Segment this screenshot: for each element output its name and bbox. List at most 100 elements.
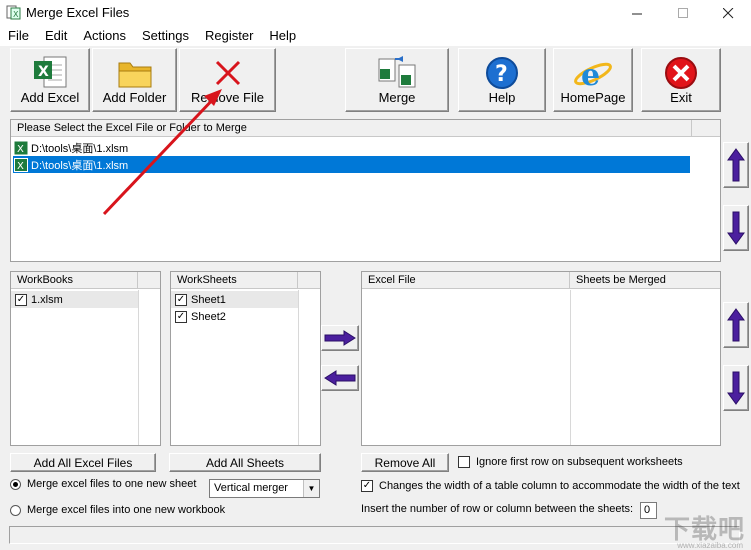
excel-file-icon: X: [14, 141, 28, 155]
minimize-icon: [631, 13, 642, 14]
move-up-button[interactable]: [723, 142, 749, 188]
arrow-right-icon: [324, 330, 356, 346]
insert-rows-input[interactable]: 0: [640, 502, 657, 519]
merge-one-sheet-radio[interactable]: [10, 478, 21, 490]
svg-text:X: X: [38, 64, 49, 80]
worksheets-header-blank: [298, 272, 320, 289]
workbook-name: 1.xlsm: [31, 293, 63, 306]
change-width-option[interactable]: ✓ Changes the width of a table column to…: [361, 480, 740, 492]
change-width-checkbox[interactable]: ✓: [361, 480, 373, 492]
merge-label: Merge: [378, 90, 416, 105]
arrow-left-icon: [324, 370, 356, 386]
help-button[interactable]: ? Help: [458, 48, 546, 112]
ignore-first-row-option[interactable]: Ignore first row on subsequent worksheet…: [458, 456, 683, 468]
file-path: D:\tools\桌面\1.xlsm: [31, 142, 129, 155]
merge-list-header-sheets: Sheets be Merged: [570, 272, 720, 289]
svg-text:X: X: [17, 161, 24, 172]
menu-file[interactable]: File: [0, 26, 37, 46]
merge-button[interactable]: Merge: [345, 48, 449, 112]
arrow-down-icon: [727, 211, 745, 245]
svg-text:X: X: [17, 144, 24, 155]
workbooks-header-blank: [138, 272, 160, 289]
remove-file-button[interactable]: Remove File: [179, 48, 276, 112]
workbooks-header: WorkBooks: [11, 272, 138, 289]
worksheets-header: WorkSheets: [171, 272, 298, 289]
merge-one-workbook-option[interactable]: Merge excel files into one new workbook: [10, 504, 225, 516]
merge-one-sheet-label: Merge excel files to one new sheet: [27, 478, 197, 490]
merge-list[interactable]: Excel File Sheets be Merged: [361, 271, 721, 446]
merge-one-workbook-radio[interactable]: [10, 504, 21, 516]
column-divider: [298, 290, 299, 445]
exit-icon: [665, 57, 697, 89]
worksheet-name: Sheet2: [191, 310, 226, 323]
worksheet-checkbox[interactable]: ✓: [175, 293, 187, 306]
close-button[interactable]: [705, 0, 751, 26]
file-row[interactable]: X D:\tools\桌面\1.xlsm: [13, 139, 690, 156]
chevron-down-icon: ▼: [303, 480, 319, 497]
svg-text:?: ?: [495, 62, 508, 87]
add-folder-button[interactable]: Add Folder: [92, 48, 177, 112]
folder-icon: [118, 62, 151, 88]
merge-list-header-file: Excel File: [362, 272, 570, 289]
merger-type-value: Vertical merger: [214, 482, 288, 494]
status-bar: [9, 526, 740, 544]
excel-file-icon: X: [14, 157, 28, 172]
menu-register[interactable]: Register: [197, 26, 261, 46]
radio-dot: [13, 481, 18, 487]
arrow-down-icon: [727, 371, 745, 405]
add-to-merge-button[interactable]: [321, 325, 359, 351]
file-list-header-blank: [692, 120, 720, 137]
move-down-button[interactable]: [723, 205, 749, 251]
worksheet-row[interactable]: ✓ Sheet2: [171, 308, 298, 325]
maximize-button[interactable]: [660, 0, 706, 26]
menu-edit[interactable]: Edit: [37, 26, 75, 46]
help-label: Help: [488, 90, 516, 105]
homepage-label: HomePage: [560, 90, 626, 105]
help-icon: ?: [486, 57, 518, 89]
merge-one-workbook-label: Merge excel files into one new workbook: [27, 504, 226, 516]
add-all-excel-files-button[interactable]: Add All Excel Files: [10, 453, 156, 472]
worksheets-list[interactable]: WorkSheets ✓ Sheet1 ✓ Sheet2: [170, 271, 321, 446]
homepage-button[interactable]: e HomePage: [553, 48, 633, 112]
ignore-first-row-checkbox[interactable]: [458, 456, 470, 468]
toolbar: X Add Excel Add Folder Remove File Merge: [0, 46, 751, 114]
file-list[interactable]: Please Select the Excel File or Folder t…: [10, 119, 721, 262]
change-width-label: Changes the width of a table column to a…: [379, 480, 740, 492]
close-icon: [722, 7, 733, 18]
workbooks-list[interactable]: WorkBooks ✓ 1.xlsm: [10, 271, 161, 446]
merge-one-sheet-option[interactable]: Merge excel files to one new sheet: [10, 478, 196, 490]
merger-type-select[interactable]: Vertical merger ▼: [209, 479, 320, 498]
add-folder-label: Add Folder: [102, 90, 167, 105]
remove-from-merge-button[interactable]: [321, 365, 359, 391]
exit-button[interactable]: Exit: [641, 48, 721, 112]
window-title: Merge Excel Files: [26, 5, 130, 20]
add-excel-label: Add Excel: [20, 90, 80, 105]
merge-icon: [378, 56, 416, 88]
maximize-icon: [677, 7, 688, 18]
worksheet-checkbox[interactable]: ✓: [175, 310, 187, 323]
file-path: D:\tools\桌面\1.xlsm: [31, 159, 129, 172]
arrow-up-icon: [727, 308, 745, 342]
menu-bar: File Edit Actions Settings Register Help: [0, 26, 751, 46]
merge-move-down-button[interactable]: [723, 365, 749, 411]
workbook-checkbox[interactable]: ✓: [15, 293, 27, 306]
svg-text:X: X: [13, 10, 19, 19]
remove-all-button[interactable]: Remove All: [361, 453, 449, 472]
add-all-sheets-button[interactable]: Add All Sheets: [169, 453, 321, 472]
insert-rows-label: Insert the number of row or column betwe…: [361, 503, 634, 515]
workbook-row[interactable]: ✓ 1.xlsm: [11, 291, 138, 308]
menu-settings[interactable]: Settings: [134, 26, 197, 46]
menu-help[interactable]: Help: [261, 26, 304, 46]
add-excel-button[interactable]: X Add Excel: [10, 48, 90, 112]
ignore-first-row-label: Ignore first row on subsequent worksheet…: [476, 456, 683, 468]
arrow-up-icon: [727, 148, 745, 182]
excel-file-icon: X: [34, 56, 67, 88]
file-row-selected[interactable]: X D:\tools\桌面\1.xlsm: [13, 156, 690, 173]
merge-move-up-button[interactable]: [723, 302, 749, 348]
minimize-button[interactable]: [614, 0, 660, 26]
column-divider: [570, 290, 571, 445]
watermark-url: www.xiazaiba.com: [677, 541, 743, 550]
worksheet-row[interactable]: ✓ Sheet1: [171, 291, 298, 308]
insert-rows-option: Insert the number of row or column betwe…: [361, 503, 633, 515]
menu-actions[interactable]: Actions: [75, 26, 134, 46]
